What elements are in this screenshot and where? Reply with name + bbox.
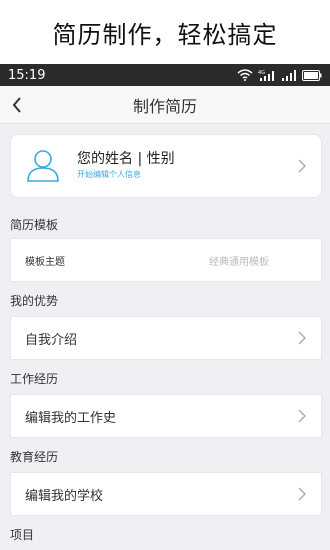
- nav-bar: 制作简历: [0, 86, 330, 124]
- wifi-icon: [237, 69, 253, 81]
- page-title: 制作简历: [132, 96, 197, 116]
- profile-hint: 开始编辑个人信息: [77, 170, 141, 179]
- profile-card[interactable]: 您的姓名 | 性别 开始编辑个人信息: [10, 134, 322, 198]
- section-label-work: 工作经历: [10, 372, 59, 386]
- self-intro-label: 自我介绍: [25, 332, 78, 348]
- chevron-right-icon: [298, 159, 306, 173]
- status-bar: 15:19 4G: [0, 64, 330, 86]
- back-arrow-icon: [12, 97, 21, 113]
- section-label-education: 教育经历: [10, 450, 59, 464]
- promo-banner-text: 简历制作，轻松搞定: [52, 20, 278, 49]
- svg-text:4G: 4G: [258, 70, 265, 76]
- self-intro-row[interactable]: 自我介绍: [10, 316, 322, 360]
- template-theme-value: 经典通用模板: [209, 256, 269, 268]
- education-row[interactable]: 编辑我的学校: [10, 472, 322, 516]
- status-time: 15:19: [8, 67, 46, 83]
- work-history-row[interactable]: 编辑我的工作史: [10, 394, 322, 438]
- section-label-template: 简历模板: [10, 218, 59, 232]
- status-icons: 4G: [237, 69, 322, 81]
- chevron-right-icon: [298, 409, 306, 423]
- resume-form: 您的姓名 | 性别 开始编辑个人信息 简历模板 模板主题 经典通用模板 我的优势…: [0, 124, 330, 550]
- section-label-strengths: 我的优势: [10, 294, 59, 308]
- back-button[interactable]: [6, 94, 28, 116]
- signal-4g-icon: 4G: [258, 70, 274, 81]
- chevron-right-icon: [298, 487, 306, 501]
- user-avatar-icon: [27, 150, 59, 182]
- profile-name: 您的姓名 | 性别: [77, 151, 175, 167]
- template-theme-row[interactable]: 模板主题 经典通用模板: [10, 238, 322, 282]
- education-label: 编辑我的学校: [25, 488, 104, 504]
- battery-icon: [302, 69, 322, 81]
- promo-banner: 简历制作，轻松搞定: [0, 0, 330, 64]
- template-theme-label: 模板主题: [25, 256, 65, 268]
- section-label-projects: 项目: [10, 528, 35, 542]
- chevron-right-icon: [298, 331, 306, 345]
- signal-icon: [282, 70, 296, 81]
- work-history-label: 编辑我的工作史: [25, 410, 117, 426]
